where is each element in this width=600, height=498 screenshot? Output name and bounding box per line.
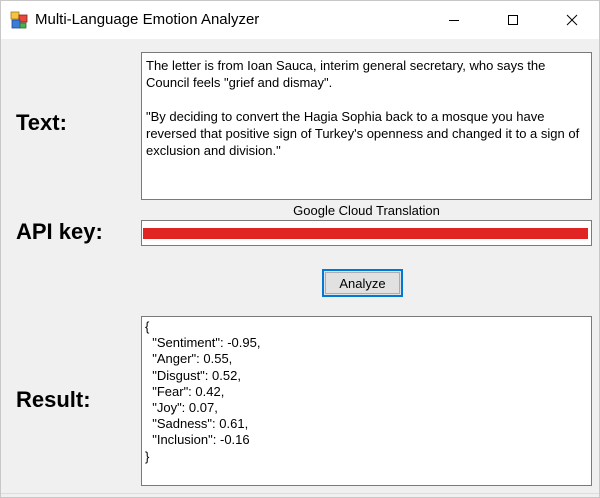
analyze-button-focus-border	[325, 272, 400, 294]
api-key-field[interactable]	[141, 220, 592, 246]
maximize-icon	[508, 15, 518, 25]
app-icon	[10, 11, 28, 29]
analyze-button[interactable]: Analyze	[322, 269, 403, 297]
result-label: Result:	[16, 387, 91, 412]
api-key-label: API key:	[16, 219, 103, 244]
text-label: Text:	[16, 110, 67, 135]
maximize-button[interactable]	[490, 1, 536, 39]
close-button[interactable]	[549, 1, 595, 39]
window-bottom-edge	[1, 493, 599, 494]
input-text-box[interactable]: The letter is from Ioan Sauca, interim g…	[141, 52, 592, 200]
redaction-bar	[143, 228, 588, 239]
result-text-box[interactable]: { "Sentiment": -0.95, "Anger": 0.55, "Di…	[141, 316, 592, 486]
title-bar[interactable]: Multi-Language Emotion Analyzer	[1, 1, 599, 39]
service-label: Google Cloud Translation	[293, 203, 440, 218]
minimize-button[interactable]	[431, 1, 477, 39]
app-window: Multi-Language Emotion Analyzer Text: Th…	[0, 0, 600, 498]
minimize-icon	[449, 20, 459, 21]
close-icon	[566, 14, 578, 26]
window-title: Multi-Language Emotion Analyzer	[35, 11, 260, 28]
